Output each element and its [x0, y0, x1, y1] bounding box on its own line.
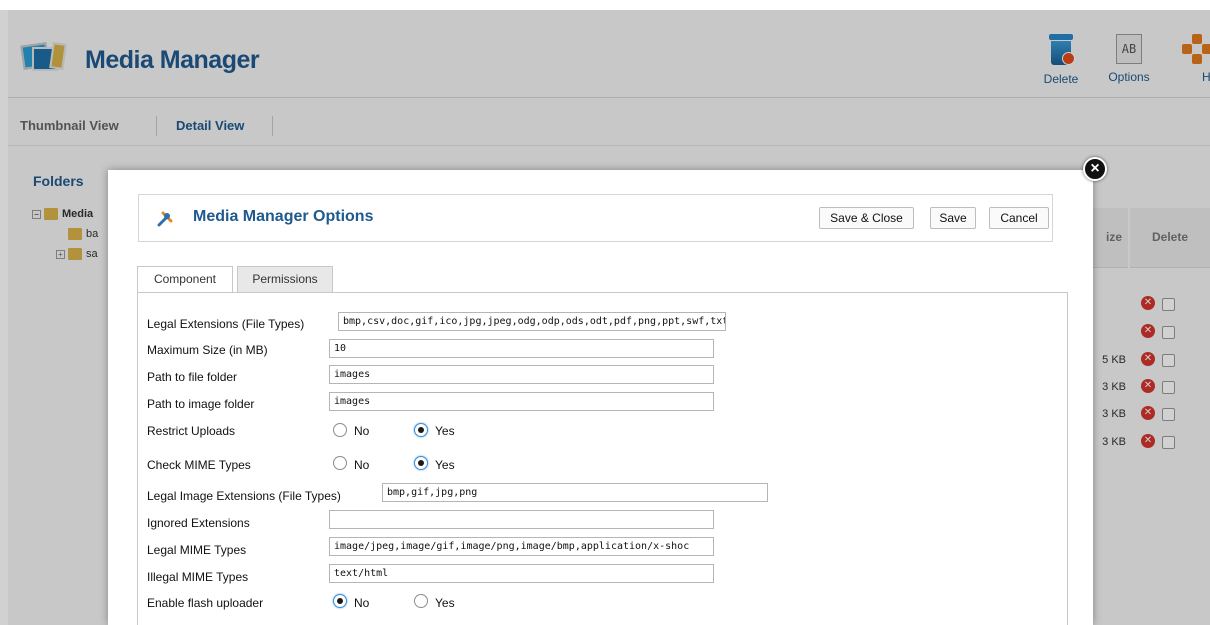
legal-image-extensions-label: Legal Image Extensions (File Types): [147, 489, 341, 503]
ignored-extensions-field[interactable]: [329, 510, 714, 529]
restrict-uploads-yes-radio[interactable]: [414, 423, 428, 437]
flash-uploader-no-radio[interactable]: [333, 594, 347, 608]
legal-extensions-label: Legal Extensions (File Types): [147, 317, 305, 331]
check-mime-yes-radio[interactable]: [414, 456, 428, 470]
image-path-field[interactable]: images: [329, 392, 714, 411]
restrict-uploads-yes-label: Yes: [435, 424, 455, 438]
save-and-close-button[interactable]: Save & Close: [819, 207, 914, 229]
maximum-size-field[interactable]: 10: [329, 339, 714, 358]
tab-permissions[interactable]: Permissions: [237, 266, 333, 292]
file-path-field[interactable]: images: [329, 365, 714, 384]
close-icon[interactable]: ×: [1083, 157, 1107, 181]
flash-uploader-yes-label: Yes: [435, 596, 455, 610]
check-mime-yes-label: Yes: [435, 458, 455, 472]
restrict-uploads-no-radio[interactable]: [333, 423, 347, 437]
illegal-mime-types-label: Illegal MIME Types: [147, 570, 249, 584]
save-button[interactable]: Save: [930, 207, 976, 229]
file-path-label: Path to file folder: [147, 370, 238, 384]
flash-uploader-no-label: No: [354, 596, 370, 610]
options-modal: Media Manager Options Save & Close Save …: [108, 170, 1093, 625]
restrict-uploads-label: Restrict Uploads: [147, 424, 236, 438]
screen: Media Manager Delete AB Options Hel Thum…: [0, 0, 1210, 625]
illegal-mime-types-field[interactable]: text/html: [329, 564, 714, 583]
cancel-button[interactable]: Cancel: [989, 207, 1049, 229]
flash-uploader-yes-radio[interactable]: [414, 594, 428, 608]
ignored-extensions-label: Ignored Extensions: [147, 516, 250, 530]
options-title: Media Manager Options: [193, 208, 374, 225]
check-mime-no-radio[interactable]: [333, 456, 347, 470]
component-settings-panel: Legal Extensions (File Types) bmp,csv,do…: [137, 292, 1068, 625]
image-path-label: Path to image folder: [147, 397, 255, 411]
maximum-size-label: Maximum Size (in MB): [147, 343, 268, 357]
legal-image-extensions-field[interactable]: bmp,gif,jpg,png: [382, 483, 768, 502]
restrict-uploads-no-label: No: [354, 424, 370, 438]
legal-mime-types-field[interactable]: image/jpeg,image/gif,image/png,image/bmp…: [329, 537, 714, 556]
tools-icon: [157, 211, 173, 227]
flash-uploader-label: Enable flash uploader: [147, 596, 264, 610]
legal-mime-types-label: Legal MIME Types: [147, 543, 247, 557]
check-mime-no-label: No: [354, 458, 370, 472]
check-mime-label: Check MIME Types: [147, 458, 251, 472]
options-toolbar: Media Manager Options Save & Close Save …: [138, 194, 1053, 242]
legal-extensions-field[interactable]: bmp,csv,doc,gif,ico,jpg,jpeg,odg,odp,ods…: [338, 312, 726, 331]
tab-component[interactable]: Component: [137, 266, 233, 293]
